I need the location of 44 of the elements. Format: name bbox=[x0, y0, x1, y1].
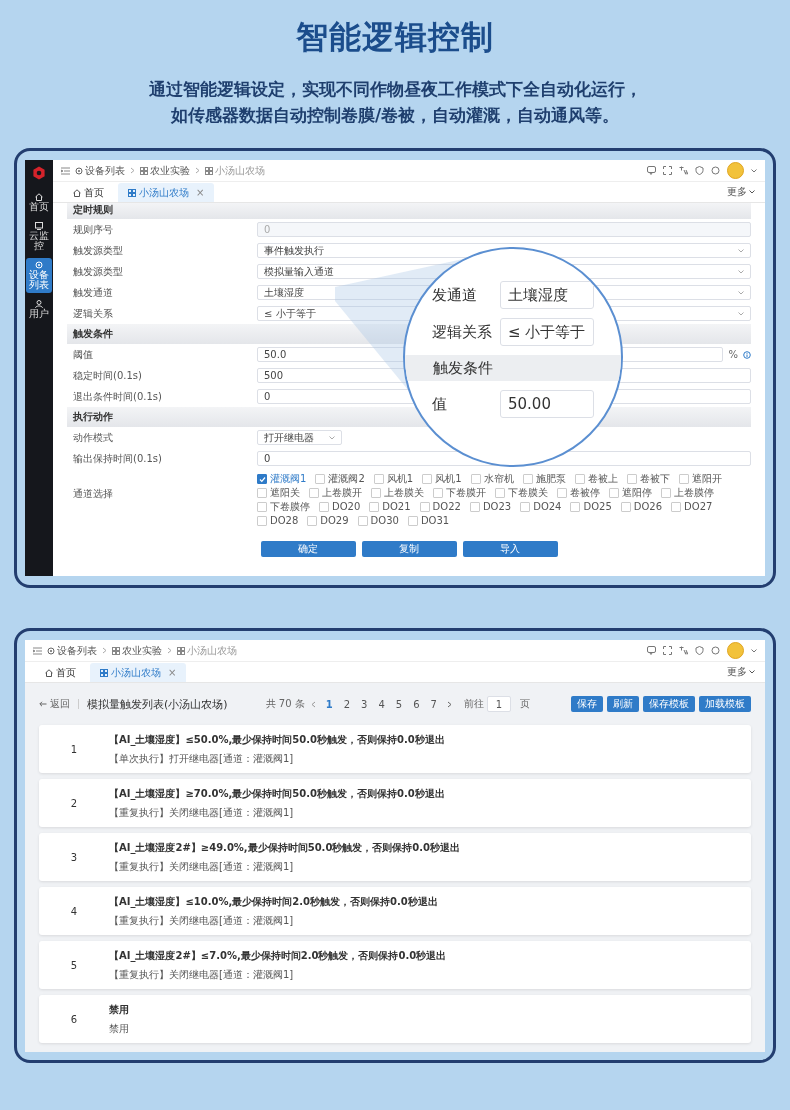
field-label: 触发源类型 bbox=[72, 243, 124, 258]
field-label: 通道选择 bbox=[72, 487, 114, 501]
field-label: 退出条件时间(0.1s) bbox=[72, 389, 163, 404]
subtitle: 通过智能逻辑设定，实现不同作物昼夜工作模式下全自动化运行， bbox=[148, 78, 642, 101]
rule-condition: 禁用 bbox=[109, 1002, 129, 1017]
rule-index: 6 bbox=[69, 1013, 79, 1025]
rule-index: 3 bbox=[69, 851, 79, 863]
rule-action: 【重复执行】关闭继电器[通道：灌溉阀1] bbox=[109, 859, 295, 874]
field-label: 阈值 bbox=[72, 347, 94, 362]
rule-action: 【重复执行】关闭继电器[通道：灌溉阀1] bbox=[109, 805, 295, 820]
page-title: 智能逻辑控制 bbox=[296, 17, 494, 58]
rule-condition: 【AI_土壤湿度】≤50.0%,最少保持时间50.0秒触发，否则保持0.0秒退出 bbox=[109, 732, 445, 747]
list-title: 模拟量触发列表(小汤山农场) bbox=[87, 696, 228, 712]
input-field: ≤ 小于等于 bbox=[500, 318, 594, 346]
field-label: 发通道 bbox=[432, 285, 478, 305]
unit-label: % bbox=[728, 349, 738, 360]
section-header: 定时规则 bbox=[67, 203, 751, 219]
page-unit-label: 页 bbox=[519, 697, 530, 711]
field-label: 逻辑关系 bbox=[432, 322, 493, 342]
rule-action: 【单次执行】打开继电器[通道：灌溉阀1] bbox=[109, 751, 295, 766]
rule-condition: 【AI_土壤湿度2#】≥49.0%,最少保持时间50.0秒触发，否则保持0.0秒退出 bbox=[109, 840, 461, 855]
rule-index: 2 bbox=[69, 797, 79, 809]
rule-action: 【重复执行】关闭继电器[通道：灌溉阀1] bbox=[109, 913, 295, 928]
rule-condition: 【AI_土壤湿度】≤10.0%,最少保持时间2.0秒触发，否则保持0.0秒退出 bbox=[109, 894, 438, 909]
field-label: 逻辑关系 bbox=[72, 306, 114, 321]
field-label: 动作模式 bbox=[72, 430, 114, 445]
rule-condition: 【AI_土壤湿度】≥70.0%,最少保持时间50.0秒触发，否则保持0.0秒退出 bbox=[109, 786, 445, 801]
section-header: 触发条件 bbox=[405, 355, 621, 381]
subtitle: 如传感器数据自动控制卷膜/卷被，自动灌溉，自动通风等。 bbox=[170, 104, 620, 127]
rule-action: 禁用 bbox=[109, 1021, 129, 1036]
field-label: 稳定时间(0.1s) bbox=[72, 368, 143, 383]
rule-index: 4 bbox=[69, 905, 79, 917]
total-count: 共 70 条 bbox=[265, 697, 305, 711]
field-label: 输出保持时间(0.1s) bbox=[72, 451, 163, 466]
goto-label: 前往 bbox=[463, 697, 484, 711]
input-field: 土壤湿度 bbox=[500, 281, 594, 309]
field-label: 触发源类型 bbox=[72, 264, 124, 279]
field-label: 触发通道 bbox=[72, 285, 114, 300]
input-field: 50.00 bbox=[500, 390, 594, 418]
rule-condition: 【AI_土壤湿度2#】≤7.0%,最少保持时间2.0秒触发，否则保持0.0秒退出 bbox=[109, 948, 447, 963]
rule-action: 【重复执行】关闭继电器[通道：灌溉阀1] bbox=[109, 967, 295, 982]
field-label: 规则序号 bbox=[72, 222, 114, 237]
rule-index: 5 bbox=[69, 959, 79, 971]
rule-index: 1 bbox=[69, 743, 79, 755]
